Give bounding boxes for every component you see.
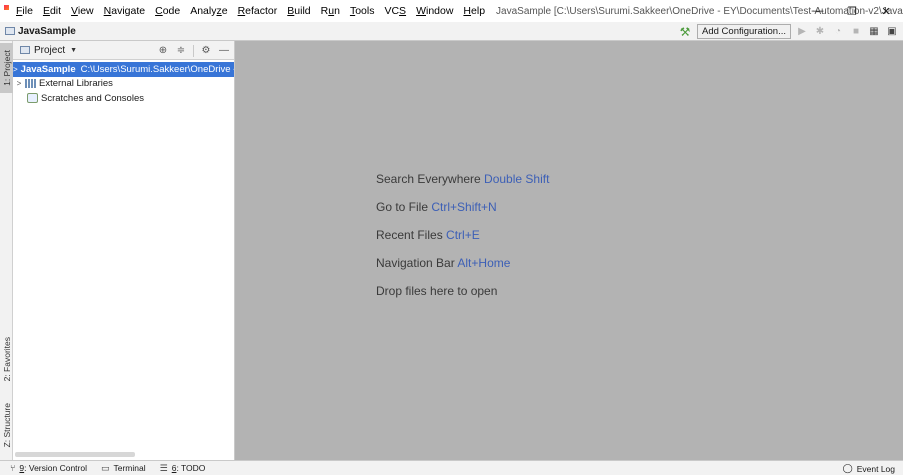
project-panel-actions: ⊕ ≑ ⚙ — xyxy=(157,41,230,60)
navigation-bar: JavaSample ⚒ Add Configuration... ▶ ✱ ◔ … xyxy=(0,22,903,41)
tab-structure[interactable]: Z: Structure xyxy=(0,396,13,454)
menu-window[interactable]: Window xyxy=(411,0,458,22)
tab-favorites[interactable]: 2: Favorites xyxy=(0,331,13,387)
menu-help[interactable]: Help xyxy=(458,0,490,22)
tree-item-javasample[interactable]: > JavaSample C:\Users\Surumi.Sakkeer\One… xyxy=(13,62,234,77)
breadcrumb-project[interactable]: JavaSample xyxy=(18,26,76,37)
hint-navigation-bar: Navigation Bar Alt+Home xyxy=(376,256,511,270)
project-panel: Project ▼ ⊕ ≑ ⚙ — > JavaSample C:\Users\… xyxy=(13,41,235,460)
status-bar: ⑂ 9: Version Control ▭ Terminal ☰ 6: TOD… xyxy=(0,460,903,475)
tab-favorites-label: 2: Favorites xyxy=(1,336,12,382)
tree-item-external-libraries[interactable]: > External Libraries xyxy=(13,77,234,92)
project-view-icon xyxy=(20,46,30,54)
tree-item-scratches[interactable]: Scratches and Consoles xyxy=(13,91,234,106)
version-control-icon: ⑂ xyxy=(10,463,16,473)
expand-arrow-icon[interactable]: > xyxy=(13,79,25,88)
menu-edit[interactable]: Edit xyxy=(38,0,66,22)
tree-item-name: External Libraries xyxy=(39,78,113,90)
add-configuration-button[interactable]: Add Configuration... xyxy=(697,24,791,39)
tab-structure-label: Z: Structure xyxy=(1,402,12,448)
run-toolbar: ⚒ Add Configuration... ▶ ✱ ◔ ■ ▦ ▣ xyxy=(677,22,899,41)
tree-item-path: C:\Users\Surumi.Sakkeer\OneDrive - xyxy=(80,63,234,75)
hint-go-to-file: Go to File Ctrl+Shift+N xyxy=(376,200,497,214)
hint-drop-files: Drop files here to open xyxy=(376,284,498,298)
tab-project[interactable]: 1: Project xyxy=(0,43,13,93)
editor-empty-area: Search Everywhere Double Shift Go to Fil… xyxy=(235,41,903,460)
title-bar: File Edit View Navigate Code Analyze Ref… xyxy=(0,0,903,22)
stop-icon[interactable]: ■ xyxy=(849,25,863,39)
expand-arrow-icon[interactable]: > xyxy=(13,65,18,74)
menu-code[interactable]: Code xyxy=(150,0,185,22)
menu-tools[interactable]: Tools xyxy=(345,0,380,22)
menu-analyze[interactable]: Analyze xyxy=(185,0,232,22)
presentation-mode-icon[interactable]: ▣ xyxy=(885,25,899,39)
chevron-down-icon[interactable]: ▼ xyxy=(70,47,77,54)
run-icon[interactable]: ▶ xyxy=(795,25,809,39)
project-tree: > JavaSample C:\Users\Surumi.Sakkeer\One… xyxy=(13,60,234,106)
toolbar-separator xyxy=(193,44,194,57)
close-button[interactable]: ✕ xyxy=(869,0,903,22)
tab-terminal[interactable]: ▭ Terminal xyxy=(101,463,146,474)
terminal-icon: ▭ xyxy=(100,462,110,473)
menu-build[interactable]: Build xyxy=(282,0,315,22)
tab-version-control[interactable]: ⑂ 9: Version Control xyxy=(10,463,87,473)
minimize-button[interactable]: — xyxy=(801,0,835,22)
tab-todo[interactable]: ☰ 6: TODO xyxy=(160,463,206,474)
event-log-button[interactable]: ◯ Event Log xyxy=(843,461,895,475)
locate-file-icon[interactable]: ⊕ xyxy=(157,45,169,57)
build-hammer-icon[interactable]: ⚒ xyxy=(677,25,693,39)
tree-item-name: Scratches and Consoles xyxy=(41,92,144,104)
run-with-coverage-icon[interactable]: ◔ xyxy=(831,25,845,39)
horizontal-scrollbar[interactable] xyxy=(15,452,135,457)
menu-vcs[interactable]: VCS xyxy=(379,0,411,22)
collapse-all-icon[interactable]: ≑ xyxy=(175,45,187,57)
event-log-icon: ◯ xyxy=(842,463,853,473)
menu-view[interactable]: View xyxy=(66,0,99,22)
menu-bar: File Edit View Navigate Code Analyze Ref… xyxy=(11,0,490,22)
hide-panel-icon[interactable]: — xyxy=(218,45,230,57)
menu-navigate[interactable]: Navigate xyxy=(99,0,150,22)
hint-search-everywhere: Search Everywhere Double Shift xyxy=(376,172,550,186)
tree-item-name: JavaSample xyxy=(20,63,76,75)
menu-run[interactable]: Run xyxy=(316,0,345,22)
todo-list-icon: ☰ xyxy=(159,462,168,473)
gear-icon[interactable]: ⚙ xyxy=(200,45,212,57)
restore-button[interactable]: ❐ xyxy=(835,0,869,22)
menu-file[interactable]: File xyxy=(11,0,38,22)
menu-refactor[interactable]: Refactor xyxy=(233,0,283,22)
tab-project-label: 1: Project xyxy=(1,50,12,86)
scratches-icon xyxy=(27,93,38,104)
project-panel-header: Project ▼ ⊕ ≑ ⚙ — xyxy=(13,41,234,60)
project-structure-icon[interactable]: ▦ xyxy=(867,25,881,39)
left-tool-stripe: 1: Project 2: Favorites Z: Structure xyxy=(0,41,13,460)
library-icon xyxy=(25,79,36,89)
project-folder-icon xyxy=(5,27,15,35)
project-view-selector[interactable]: Project xyxy=(34,45,65,56)
debug-icon[interactable]: ✱ xyxy=(813,25,827,39)
hint-recent-files: Recent Files Ctrl+E xyxy=(376,228,480,242)
window-controls: — ❐ ✕ xyxy=(801,0,903,22)
